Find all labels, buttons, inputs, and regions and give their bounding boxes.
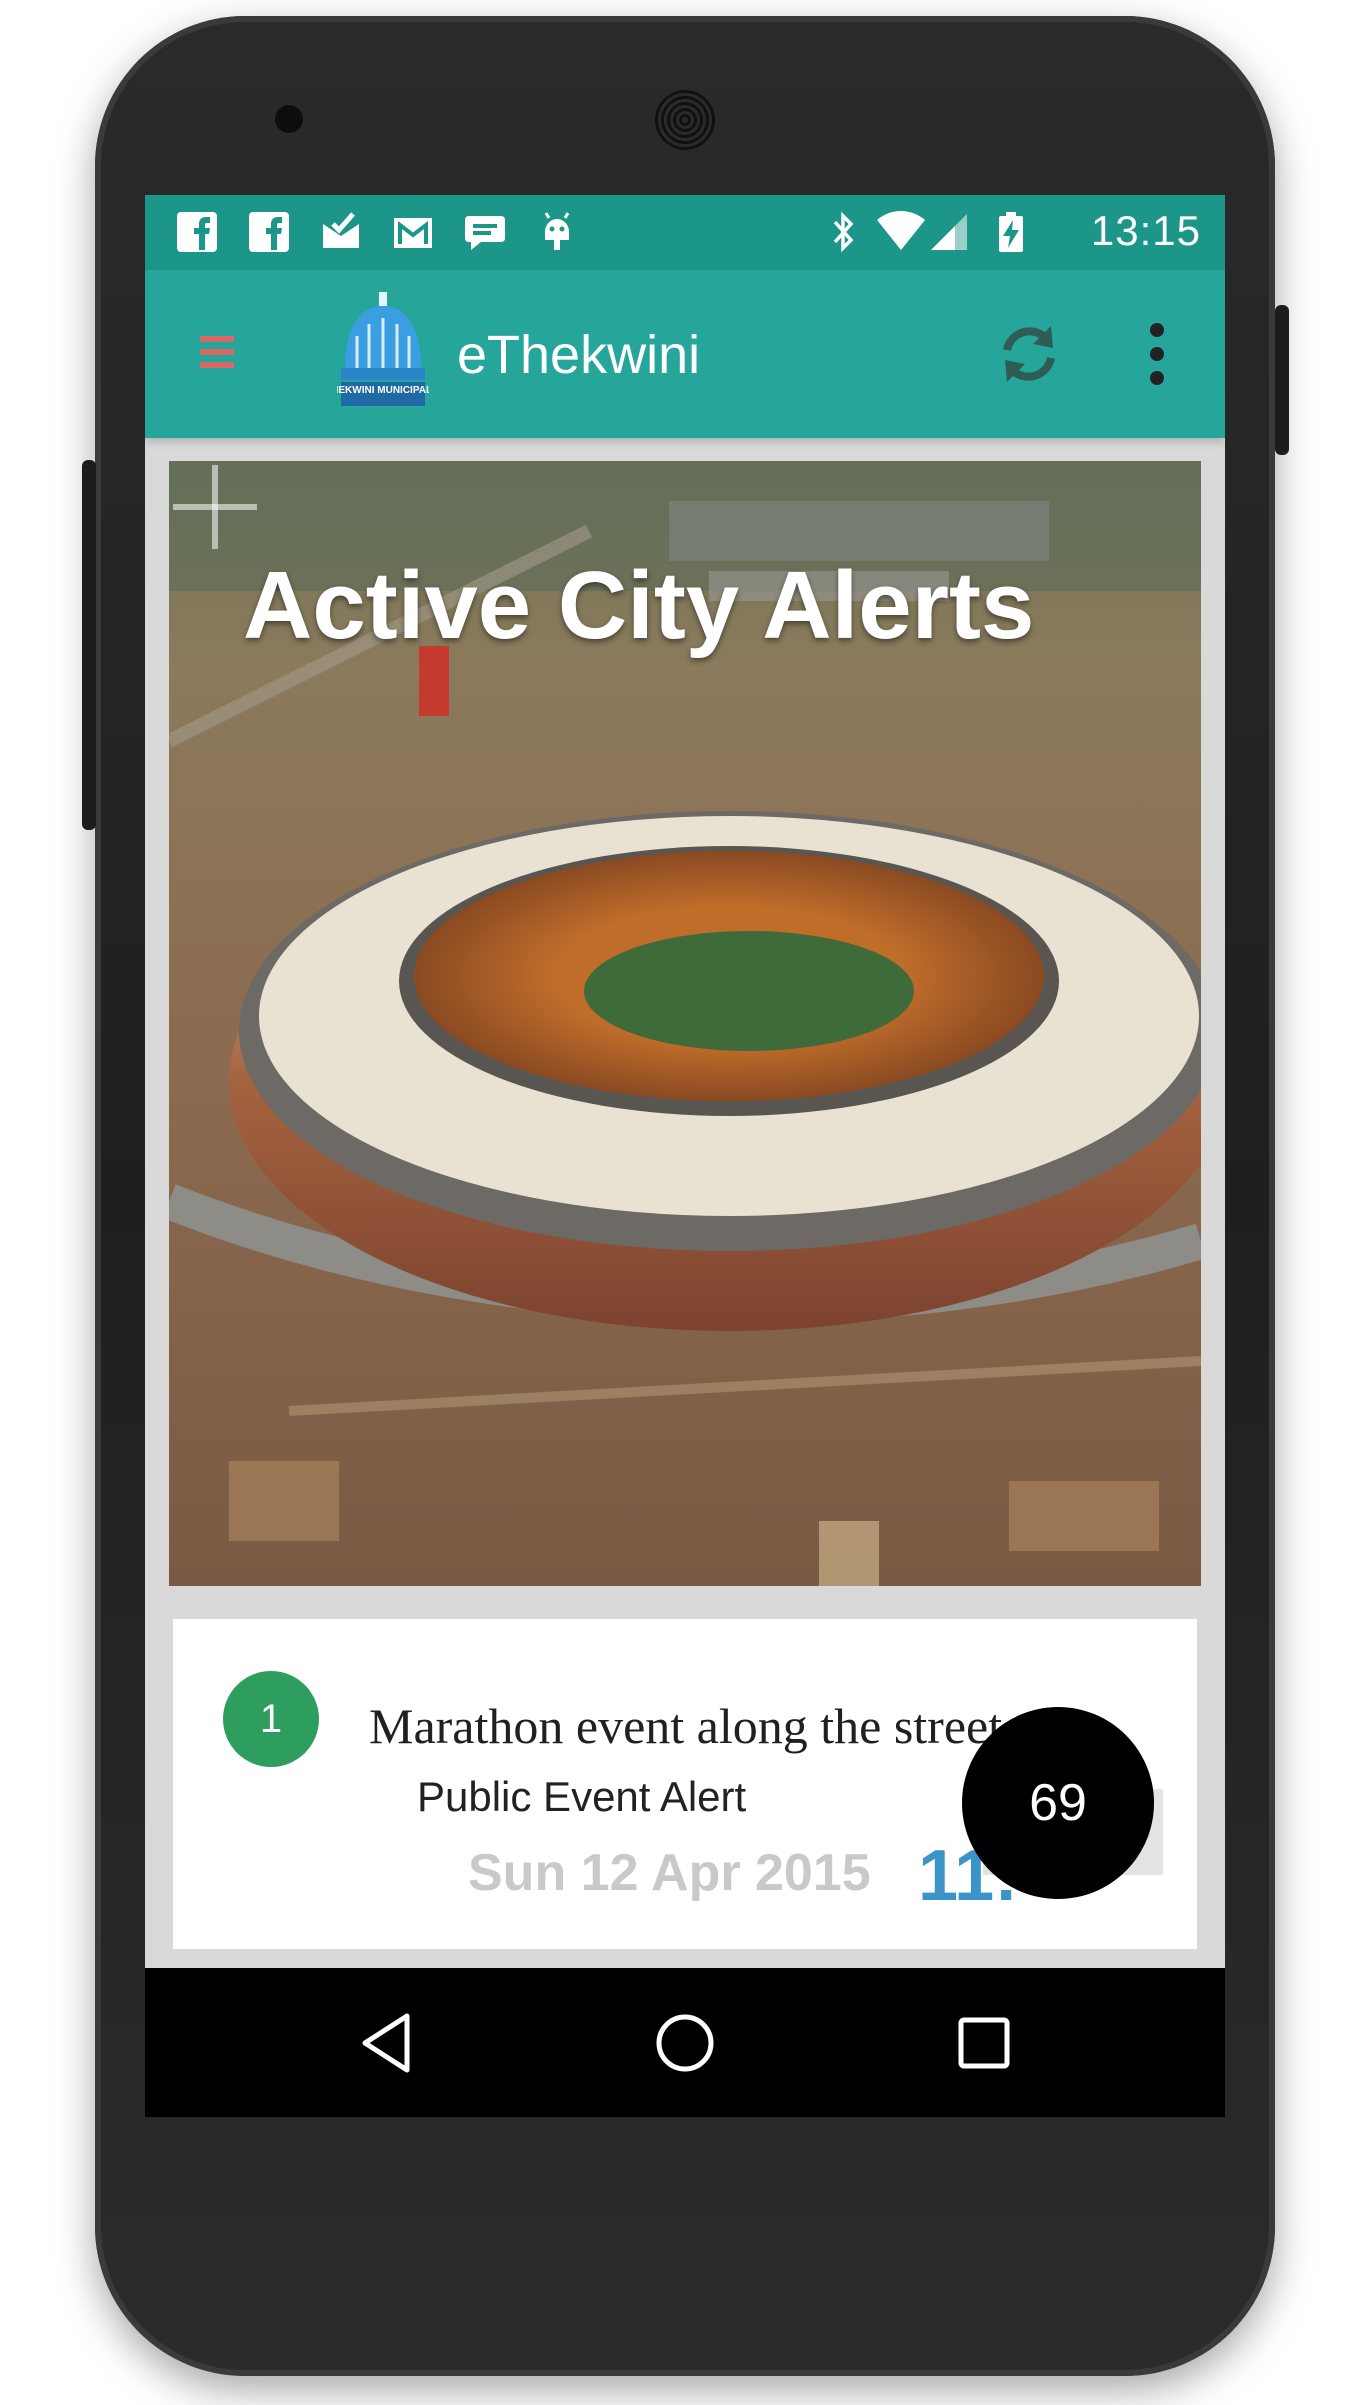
alert-type: Public Event Alert: [417, 1773, 747, 1820]
alert-date: Sun 12 Apr 2015: [468, 1844, 871, 1902]
status-bar: 13:15: [145, 195, 1225, 270]
app-toolbar: ETHEKWINI MUNICIPALITY eThekwini: [145, 270, 1225, 438]
volume-button: [82, 460, 96, 830]
front-camera: [275, 105, 303, 133]
power-button: [1275, 305, 1289, 455]
alert-index-badge: 1: [223, 1671, 319, 1767]
home-icon[interactable]: [652, 2010, 718, 2076]
status-time: 13:15: [1090, 207, 1201, 254]
plus-icon[interactable]: [169, 461, 261, 553]
overflow-menu-icon[interactable]: [1149, 320, 1165, 388]
refresh-icon[interactable]: [993, 318, 1065, 390]
ethekwini-municipality-logo: ETHEKWINI MUNICIPALITY: [337, 292, 429, 406]
menu-icon[interactable]: [200, 332, 234, 372]
hero-title: Active City Alerts: [243, 552, 1035, 659]
logo-text: ETHEKWINI MUNICIPALITY: [337, 385, 429, 396]
bluetooth-icon: [833, 211, 854, 253]
signal-icon: [931, 214, 967, 250]
email-check-icon: [323, 212, 359, 248]
hero-image: Active City Alerts: [169, 461, 1201, 1586]
app-title: eThekwini: [457, 325, 701, 385]
facebook-icon: [177, 212, 217, 252]
screen: 13:15 ETHEKWINI MUNICIPALITY eThekwini: [145, 195, 1225, 2117]
wifi-icon: [877, 211, 925, 250]
facebook-icon: [249, 212, 289, 252]
back-icon[interactable]: [355, 2010, 421, 2076]
alert-title: Marathon event along the street: [369, 1698, 1003, 1754]
android-icon: [544, 212, 570, 250]
navigation-bar: [145, 1968, 1225, 2117]
chat-icon: [465, 216, 505, 250]
earpiece-speaker: [655, 90, 715, 150]
battery-charging-icon: [999, 212, 1023, 252]
gmail-icon: [394, 218, 432, 248]
alert-count-fab[interactable]: 69: [962, 1707, 1154, 1899]
recents-icon[interactable]: [951, 2010, 1017, 2076]
